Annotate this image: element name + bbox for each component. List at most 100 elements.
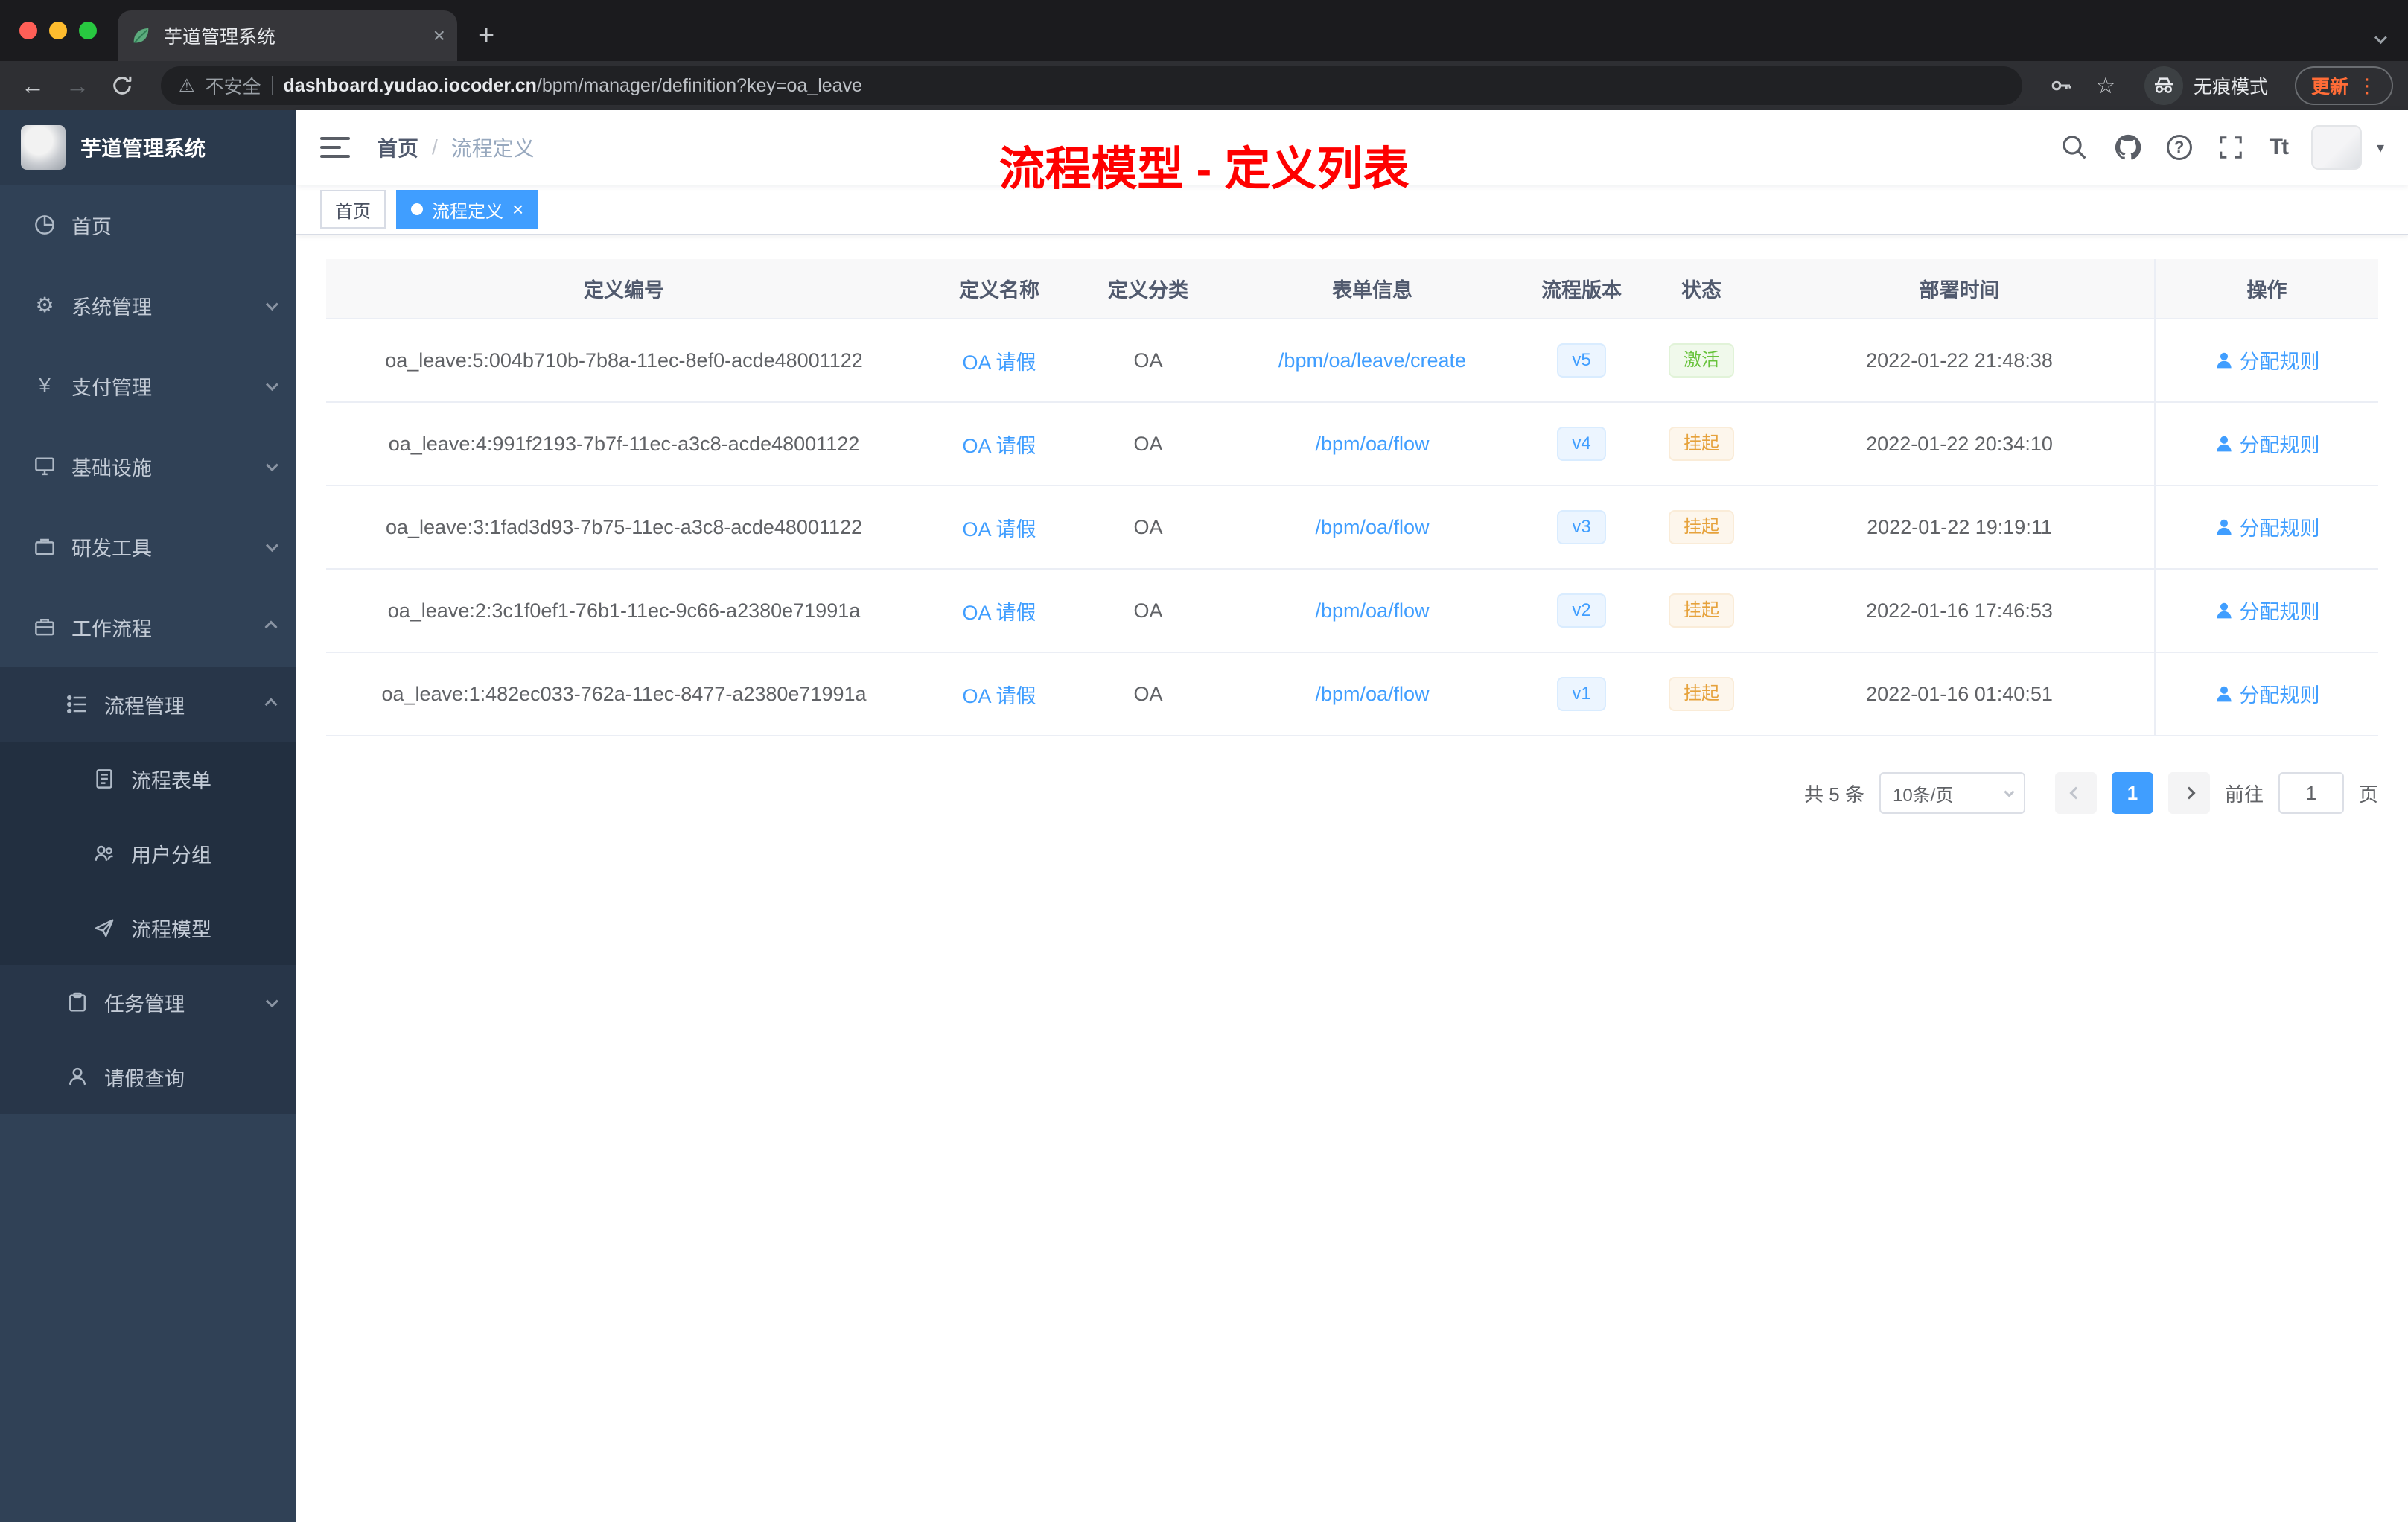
browser-toolbar: ← → ⚠ 不安全 dashboard.yudao.iocoder.cn/bpm… <box>0 61 2408 110</box>
assign-rule-label: 分配规则 <box>2239 434 2320 457</box>
warning-icon: ⚠ <box>179 75 195 96</box>
chevron-up-icon <box>264 620 278 634</box>
definition-name-link[interactable]: OA 请假 <box>962 685 1036 707</box>
font-size-icon[interactable]: Tt <box>2270 135 2289 160</box>
zoom-window-button[interactable] <box>79 22 97 39</box>
cell-category: OA <box>1077 319 1220 403</box>
close-tab-icon[interactable]: × <box>433 25 445 46</box>
page-number-button[interactable]: 1 <box>2111 772 2153 814</box>
sidebar-item-process-model[interactable]: 流程模型 <box>0 891 296 965</box>
table-row: oa_leave:4:991f2193-7b7f-11ec-a3c8-acde4… <box>326 402 2378 486</box>
sidebar-item-leave-query[interactable]: 请假查询 <box>0 1039 296 1114</box>
tag-home[interactable]: 首页 <box>320 190 386 229</box>
assign-rule-link[interactable]: 分配规则 <box>2214 512 2320 541</box>
definition-name-link[interactable]: OA 请假 <box>962 602 1036 624</box>
security-label[interactable]: 不安全 <box>206 72 261 99</box>
table-row: oa_leave:1:482ec033-762a-11ec-8477-a2380… <box>326 652 2378 736</box>
process-management-submenu: 流程表单 用户分组 流程模型 <box>0 742 296 965</box>
tab-search-icon[interactable] <box>2374 31 2387 45</box>
forward-button[interactable]: → <box>60 72 95 100</box>
bookmark-star-icon[interactable]: ☆ <box>2088 73 2124 99</box>
sidebar-item-home[interactable]: 首页 <box>0 185 296 265</box>
avatar[interactable] <box>2310 125 2362 170</box>
user-icon <box>66 1065 89 1089</box>
sidebar-item-label: 系统管理 <box>71 296 152 319</box>
sidebar-item-process-form[interactable]: 流程表单 <box>0 742 296 816</box>
prev-page-button[interactable] <box>2054 772 2097 814</box>
browser-tab[interactable]: 芋道管理系统 × <box>118 10 457 61</box>
assign-rule-link[interactable]: 分配规则 <box>2214 429 2320 458</box>
status-tag: 激活 <box>1669 343 1734 378</box>
document-icon <box>92 767 116 791</box>
app-logo[interactable]: 芋道管理系统 <box>0 110 296 185</box>
sidebar-item-process-management[interactable]: 流程管理 <box>0 667 296 742</box>
tag-label: 首页 <box>335 201 371 222</box>
paper-plane-icon <box>92 916 116 940</box>
definition-name-link[interactable]: OA 请假 <box>962 518 1036 541</box>
collapse-sidebar-icon[interactable] <box>320 137 350 158</box>
page-unit-label: 页 <box>2358 783 2378 806</box>
form-link[interactable]: /bpm/oa/flow <box>1315 599 1429 622</box>
help-icon[interactable]: ? <box>2166 135 2192 160</box>
browser-menu-icon[interactable]: ⋮ <box>2357 74 2377 98</box>
page-size-select[interactable]: 10条/页 <box>1879 772 2025 814</box>
cell-status: 挂起 <box>1638 569 1765 653</box>
password-key-icon[interactable] <box>2043 74 2079 98</box>
address-bar[interactable]: ⚠ 不安全 dashboard.yudao.iocoder.cn/bpm/man… <box>161 66 2022 105</box>
sidebar-item-user-group[interactable]: 用户分组 <box>0 816 296 891</box>
breadcrumb: 首页 / 流程定义 <box>377 133 535 162</box>
site-favicon-icon <box>133 28 149 44</box>
close-tag-icon[interactable]: × <box>512 200 523 219</box>
browser-update-button[interactable]: 更新 ⋮ <box>2294 66 2393 105</box>
minimize-window-button[interactable] <box>49 22 67 39</box>
assign-rule-link[interactable]: 分配规则 <box>2214 596 2320 625</box>
next-page-button[interactable] <box>2167 772 2210 814</box>
definition-name-link[interactable]: OA 请假 <box>962 435 1036 457</box>
form-link[interactable]: /bpm/oa/flow <box>1315 516 1429 538</box>
search-icon[interactable] <box>2060 133 2089 162</box>
col-actions: 操作 <box>2154 259 2378 319</box>
cell-status: 挂起 <box>1638 402 1765 486</box>
assign-rule-link[interactable]: 分配规则 <box>2214 679 2320 708</box>
sidebar-item-workflow[interactable]: 工作流程 <box>0 587 296 667</box>
sidebar-item-label: 工作流程 <box>71 617 152 640</box>
cell-deploy-time: 2022-01-22 20:34:10 <box>1765 402 2155 486</box>
new-tab-button[interactable]: + <box>478 20 494 52</box>
goto-page-input[interactable] <box>2278 772 2344 814</box>
breadcrumb-current: 流程定义 <box>450 137 535 160</box>
col-process-version: 流程版本 <box>1525 259 1638 319</box>
cell-version: v4 <box>1525 402 1638 486</box>
chevron-down-icon <box>2004 786 2015 797</box>
breadcrumb-home[interactable]: 首页 <box>377 133 418 162</box>
sidebar-item-system[interactable]: ⚙ 系统管理 <box>0 265 296 346</box>
refresh-button[interactable] <box>104 74 140 97</box>
monitor-icon <box>33 454 57 478</box>
form-link[interactable]: /bpm/oa/flow <box>1315 683 1429 705</box>
assign-rule-link[interactable]: 分配规则 <box>2214 346 2320 375</box>
table-row: oa_leave:5:004b710b-7b8a-11ec-8ef0-acde4… <box>326 319 2378 403</box>
sidebar-item-payment[interactable]: ¥ 支付管理 <box>0 346 296 426</box>
sidebar-item-infrastructure[interactable]: 基础设施 <box>0 426 296 506</box>
form-link[interactable]: /bpm/oa/leave/create <box>1278 349 1466 372</box>
version-tag: v1 <box>1557 677 1606 711</box>
definition-name-link[interactable]: OA 请假 <box>962 351 1036 374</box>
sidebar-item-label: 基础设施 <box>71 456 152 480</box>
col-status: 状态 <box>1638 259 1765 319</box>
fullscreen-icon[interactable] <box>2216 133 2246 162</box>
back-button[interactable]: ← <box>15 72 51 100</box>
sidebar-item-dev-tools[interactable]: 研发工具 <box>0 506 296 587</box>
tag-process-definition[interactable]: 流程定义 × <box>396 190 539 229</box>
form-link[interactable]: /bpm/oa/flow <box>1315 433 1429 455</box>
avatar-caret-icon[interactable]: ▾ <box>2377 138 2384 157</box>
annotation-title: 流程模型 - 定义列表 <box>998 144 1410 195</box>
sidebar-item-label: 首页 <box>71 215 112 238</box>
clipboard-icon <box>66 990 89 1014</box>
logo-avatar <box>21 125 66 170</box>
sidebar-item-task-management[interactable]: 任务管理 <box>0 965 296 1039</box>
cell-deploy-time: 2022-01-16 01:40:51 <box>1765 652 2155 736</box>
close-window-button[interactable] <box>19 22 37 39</box>
main-area: 首页 / 流程定义 ? Tt ▾ 首页 流程定义 × 定义编号 定义名称 定义分… <box>296 110 2408 1522</box>
github-icon[interactable] <box>2113 133 2143 162</box>
chevron-down-icon <box>265 378 278 392</box>
incognito-icon <box>2144 66 2183 105</box>
